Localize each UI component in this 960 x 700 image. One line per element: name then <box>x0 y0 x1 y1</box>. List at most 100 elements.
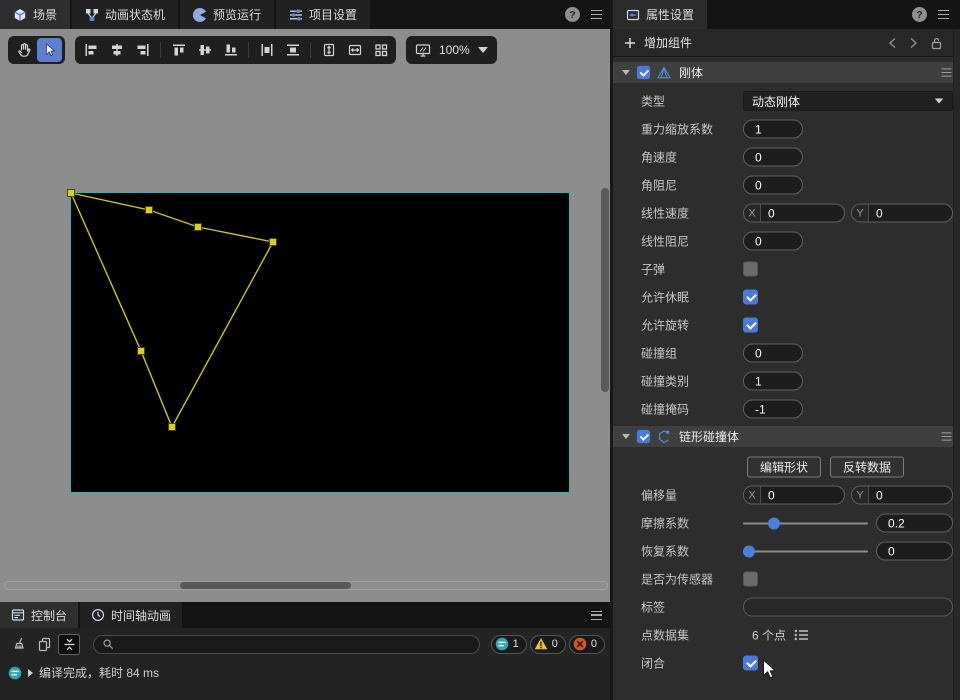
chevron-left-icon[interactable] <box>888 37 897 49</box>
restitution-value-input[interactable] <box>876 542 953 561</box>
friction-slider[interactable] <box>743 516 868 530</box>
gravity-scale-input[interactable] <box>743 120 803 139</box>
collapse-arrow-icon[interactable] <box>622 70 630 75</box>
stage-canvas[interactable] <box>70 192 570 493</box>
info-count-badge[interactable]: 1 <box>491 635 527 654</box>
y-axis-label: Y <box>852 487 869 504</box>
tab-animation-state-machine[interactable]: 动画状态机 <box>72 0 178 29</box>
tab-properties[interactable]: 属性设置 <box>613 0 707 29</box>
property-row-closed: 闭合 <box>613 649 960 677</box>
tab-scene[interactable]: 场景 <box>0 0 70 29</box>
tab-timeline-animation[interactable]: 时间轴动画 <box>80 602 182 628</box>
property-row-allow-rotation: 允许旋转 <box>613 311 960 339</box>
restitution-slider-thumb[interactable] <box>743 545 755 557</box>
section-header-rigidbody[interactable]: 刚体 <box>613 62 960 83</box>
rigidbody-enabled-checkbox[interactable] <box>637 66 650 79</box>
offset-x-input[interactable] <box>761 487 844 504</box>
align-top-button[interactable] <box>166 38 191 62</box>
is-sensor-checkbox[interactable] <box>743 572 758 587</box>
property-label: 允许旋转 <box>641 317 689 334</box>
vertical-scrollbar-thumb[interactable] <box>601 188 609 392</box>
console-search-input[interactable] <box>119 637 471 651</box>
log-expander-icon[interactable] <box>28 669 33 677</box>
property-row-shape-buttons: 编辑形状 反转数据 <box>613 453 960 481</box>
allow-rotation-checkbox[interactable] <box>743 318 758 333</box>
reverse-data-button[interactable]: 反转数据 <box>830 457 904 478</box>
distribute-horizontal-button[interactable] <box>254 38 279 62</box>
angular-damping-input[interactable] <box>743 176 803 195</box>
offset-x-field[interactable]: X <box>743 486 845 505</box>
warning-icon <box>534 637 548 651</box>
collapse-arrow-icon[interactable] <box>622 434 630 439</box>
align-left-button[interactable] <box>78 38 103 62</box>
stretch-horizontal-button[interactable] <box>342 38 367 62</box>
y-axis-label: Y <box>852 205 869 222</box>
panel-menu-icon[interactable] <box>938 10 949 19</box>
property-label: 角速度 <box>641 149 677 166</box>
offset-y-field[interactable]: Y <box>851 486 953 505</box>
lock-icon[interactable] <box>930 36 943 50</box>
collision-group-input[interactable] <box>743 344 803 363</box>
tab-project-settings[interactable]: 项目设置 <box>276 0 370 29</box>
section-menu-icon[interactable] <box>942 432 952 440</box>
friction-value-input[interactable] <box>876 514 953 533</box>
section-header-chain-collider[interactable]: 链形碰撞体 <box>613 426 960 447</box>
list-icon[interactable] <box>794 629 809 642</box>
scene-toolbar: 100% <box>8 36 497 64</box>
menu-icon[interactable] <box>591 10 602 19</box>
collision-category-input[interactable] <box>743 372 803 391</box>
clear-console-button[interactable] <box>8 634 30 655</box>
bullet-checkbox[interactable] <box>743 262 758 277</box>
linear-velocity-y-input[interactable] <box>869 205 952 222</box>
help-icon[interactable]: ? <box>565 7 580 22</box>
grid-arrange-button[interactable] <box>368 38 393 62</box>
console-menu-icon[interactable] <box>591 611 602 620</box>
property-row-bullet: 子弹 <box>613 255 960 283</box>
linear-damping-input[interactable] <box>743 232 803 251</box>
tag-input[interactable] <box>743 598 953 617</box>
linear-velocity-x-field[interactable]: X <box>743 204 845 223</box>
error-count-badge[interactable]: 0 <box>569 635 605 654</box>
align-bottom-button[interactable] <box>218 38 243 62</box>
section-menu-icon[interactable] <box>942 68 952 76</box>
edit-shape-button[interactable]: 编辑形状 <box>747 457 821 478</box>
property-label: 点数据集 <box>641 627 689 644</box>
align-center-vertical-button[interactable] <box>192 38 217 62</box>
pan-tool-button[interactable] <box>11 38 36 62</box>
align-center-horizontal-button[interactable] <box>104 38 129 62</box>
zoom-control[interactable]: 100% <box>406 36 497 64</box>
panel-scrollbar-gutter[interactable] <box>953 29 960 700</box>
allow-sleep-checkbox[interactable] <box>743 290 758 305</box>
collision-mask-input[interactable] <box>743 400 803 419</box>
align-right-button[interactable] <box>130 38 155 62</box>
property-row-is-sensor: 是否为传感器 <box>613 565 960 593</box>
rigidbody-type-select[interactable]: 动态刚体 <box>743 91 953 111</box>
chevron-right-icon[interactable] <box>909 37 918 49</box>
collapse-logs-button[interactable] <box>58 634 80 655</box>
warning-count-badge[interactable]: 0 <box>530 635 566 654</box>
distribute-vertical-button[interactable] <box>280 38 305 62</box>
section-title: 链形碰撞体 <box>679 428 739 445</box>
select-tool-button[interactable] <box>37 38 62 62</box>
property-label: 角阻尼 <box>641 177 677 194</box>
console-search[interactable] <box>93 635 480 654</box>
offset-y-input[interactable] <box>869 487 952 504</box>
linear-velocity-y-field[interactable]: Y <box>851 204 953 223</box>
scene-viewport[interactable]: 100% <box>0 29 613 602</box>
log-entry[interactable]: 编译完成，耗时 84 ms <box>8 664 159 681</box>
copy-log-button[interactable] <box>33 634 55 655</box>
angular-velocity-input[interactable] <box>743 148 803 167</box>
monitor-icon <box>415 43 431 58</box>
chain-collider-enabled-checkbox[interactable] <box>637 430 650 443</box>
tab-preview-run[interactable]: 预览运行 <box>180 0 274 29</box>
closed-checkbox[interactable] <box>743 656 758 671</box>
friction-slider-thumb[interactable] <box>768 517 780 529</box>
help-icon[interactable]: ? <box>912 7 927 22</box>
stretch-vertical-button[interactable] <box>316 38 341 62</box>
tab-console[interactable]: 控制台 <box>0 602 78 628</box>
linear-velocity-x-input[interactable] <box>761 205 844 222</box>
horizontal-scrollbar-thumb[interactable] <box>180 582 351 589</box>
add-component-button[interactable]: 增加组件 <box>644 34 692 51</box>
stretch-horizontal-icon <box>348 43 362 57</box>
restitution-slider[interactable] <box>743 544 868 558</box>
